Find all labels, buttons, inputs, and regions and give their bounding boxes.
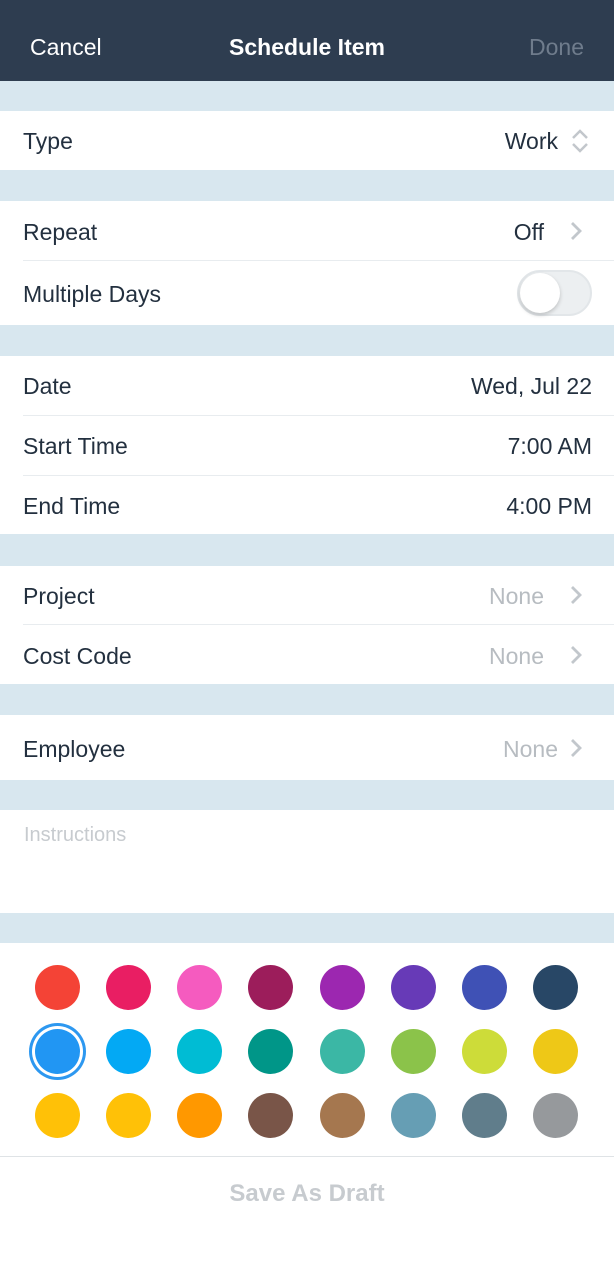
start-time-label: Start Time [23, 433, 128, 459]
color-swatch[interactable] [533, 965, 578, 1010]
color-swatch[interactable] [391, 965, 436, 1010]
employee-row[interactable]: Employee None [0, 715, 614, 780]
employee-label: Employee [23, 736, 126, 762]
color-swatch[interactable] [35, 1093, 80, 1138]
color-swatch[interactable] [462, 965, 507, 1010]
chevron-right-icon [571, 586, 582, 604]
color-swatch[interactable] [320, 965, 365, 1010]
cost-code-row[interactable]: Cost Code None [0, 625, 614, 684]
cost-code-value: None [489, 643, 544, 669]
employee-value: None [503, 736, 558, 762]
page-title: Schedule Item [229, 34, 385, 60]
color-swatch[interactable] [248, 1029, 293, 1074]
date-row[interactable]: Date Wed, Jul 22 [0, 356, 614, 415]
multiple-days-label: Multiple Days [23, 281, 162, 307]
color-swatch[interactable] [35, 965, 80, 1010]
project-group: Project None Cost Code None [0, 566, 614, 684]
instructions-field[interactable]: Instructions [0, 810, 614, 913]
chevron-right-icon [571, 646, 582, 664]
multiple-days-row: Multiple Days [0, 261, 614, 325]
color-swatch[interactable] [248, 1093, 293, 1138]
color-swatch[interactable] [320, 1093, 365, 1138]
color-swatch[interactable] [106, 965, 151, 1010]
date-value: Wed, Jul 22 [470, 373, 592, 399]
project-label: Project [23, 583, 95, 609]
datetime-group: Date Wed, Jul 22 Start Time 7:00 AM End … [0, 356, 614, 534]
type-value: Work [504, 128, 558, 154]
end-time-value: 4:00 PM [506, 493, 592, 519]
toggle-knob [520, 273, 560, 313]
color-swatch[interactable] [462, 1029, 507, 1074]
type-group: Type Work [0, 111, 614, 170]
color-swatch[interactable] [391, 1029, 436, 1074]
save-as-draft-button[interactable]: Save As Draft [0, 1180, 614, 1208]
color-swatch[interactable] [320, 1029, 365, 1074]
date-label: Date [23, 373, 72, 399]
project-row[interactable]: Project None [0, 566, 614, 624]
start-time-row[interactable]: Start Time 7:00 AM [0, 416, 614, 475]
color-palette: Save As Draft [0, 943, 614, 1280]
repeat-value: Off [513, 219, 544, 245]
chevron-right-icon [571, 739, 582, 757]
color-swatch[interactable] [248, 965, 293, 1010]
color-swatch[interactable] [462, 1093, 507, 1138]
footer-divider [0, 1156, 614, 1157]
multiple-days-toggle[interactable] [517, 270, 592, 316]
end-time-row[interactable]: End Time 4:00 PM [0, 476, 614, 534]
color-swatch[interactable] [177, 1093, 222, 1138]
repeat-group: Repeat Off Multiple Days [0, 201, 614, 325]
color-swatch[interactable] [177, 1029, 222, 1074]
end-time-label: End Time [23, 493, 121, 519]
employee-group: Employee None [0, 715, 614, 780]
repeat-label: Repeat [23, 219, 98, 245]
color-swatch[interactable] [391, 1093, 436, 1138]
color-swatch[interactable] [35, 1029, 80, 1074]
start-time-value: 7:00 AM [507, 433, 592, 459]
done-button[interactable]: Done [529, 34, 584, 61]
color-swatch[interactable] [177, 965, 222, 1010]
project-value: None [489, 583, 544, 609]
chevron-right-icon [571, 222, 582, 240]
nav-bar: Cancel Schedule Item Done [0, 0, 614, 81]
updown-chevron-icon [572, 129, 588, 153]
instructions-placeholder: Instructions [24, 824, 127, 846]
type-row[interactable]: Type Work [0, 111, 614, 170]
color-swatch[interactable] [106, 1029, 151, 1074]
cost-code-label: Cost Code [23, 643, 132, 669]
color-swatch[interactable] [533, 1093, 578, 1138]
color-swatch[interactable] [533, 1029, 578, 1074]
type-label: Type [23, 128, 73, 154]
repeat-row[interactable]: Repeat Off [0, 201, 614, 260]
color-swatch[interactable] [106, 1093, 151, 1138]
